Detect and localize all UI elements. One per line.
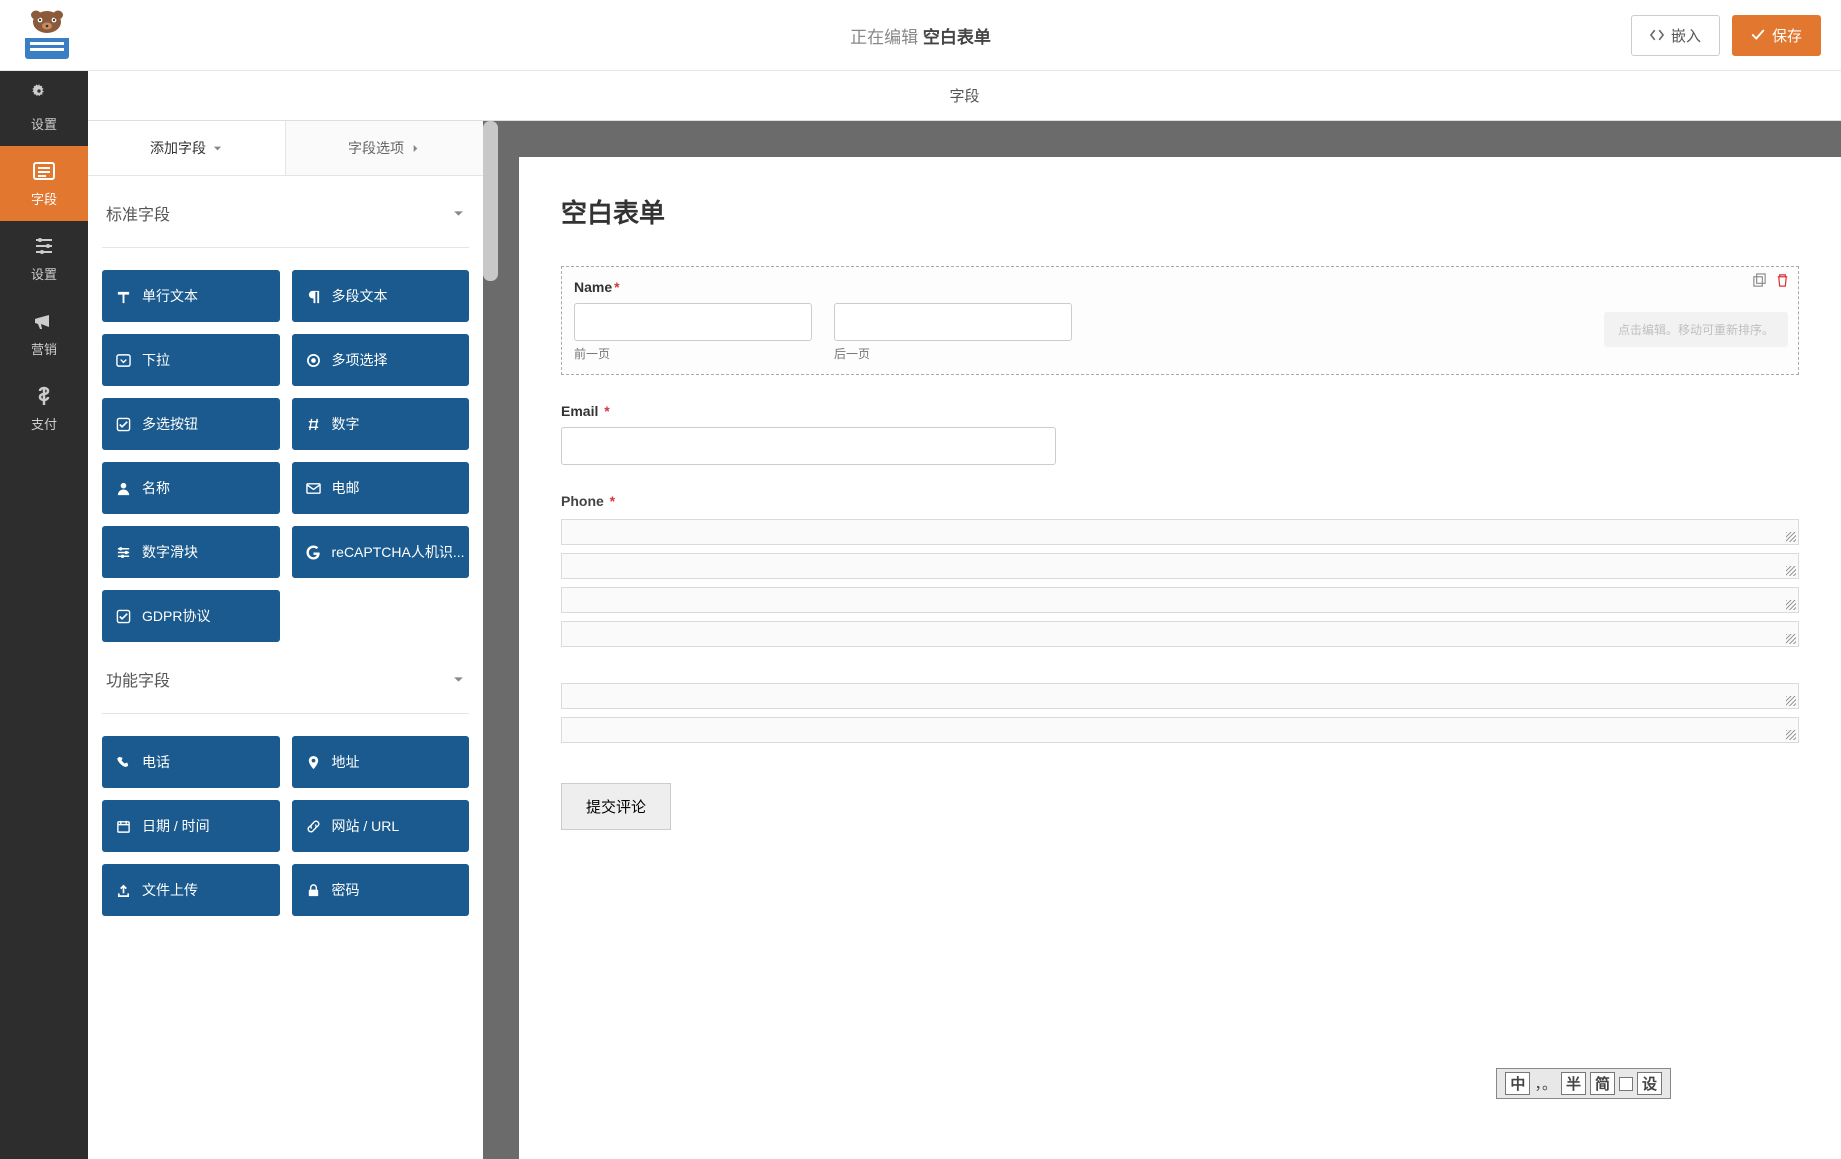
preview-form-title: 空白表单	[561, 193, 1799, 230]
caret-icon	[116, 353, 131, 368]
bullhorn-icon	[32, 309, 56, 333]
check-icon	[116, 417, 131, 432]
submit-button[interactable]: 提交评论	[561, 783, 671, 830]
trash-icon[interactable]	[1775, 273, 1790, 288]
last-name-input[interactable]	[834, 303, 1072, 341]
lock-icon	[306, 883, 321, 898]
save-button[interactable]: 保存	[1732, 15, 1821, 56]
upload-icon	[116, 883, 131, 898]
nav-fields[interactable]: 字段	[0, 146, 88, 221]
field-label: Phone *	[561, 493, 1799, 509]
calendar-icon	[116, 819, 131, 834]
mail-icon	[306, 481, 321, 496]
chevron-down-icon	[452, 673, 465, 686]
field-type-button[interactable]: 电邮	[292, 462, 470, 514]
tab-add-field[interactable]: 添加字段	[88, 121, 285, 175]
placeholder-row[interactable]	[561, 621, 1799, 647]
field-type-button[interactable]: 网站 / URL	[292, 800, 470, 852]
placeholder-row[interactable]	[561, 717, 1799, 743]
field-type-button[interactable]: GDPR协议	[102, 590, 280, 642]
nav-marketing[interactable]: 营销	[0, 296, 88, 371]
field-type-button[interactable]: 文件上传	[102, 864, 280, 916]
text-icon	[116, 289, 131, 304]
top-header: 正在编辑 空白表单 嵌入 保存	[0, 0, 1841, 71]
form-icon	[32, 159, 56, 183]
user-icon	[116, 481, 131, 496]
field-type-button[interactable]: 下拉	[102, 334, 280, 386]
field-type-button[interactable]: 名称	[102, 462, 280, 514]
field-type-button[interactable]: 密码	[292, 864, 470, 916]
check-icon	[1751, 28, 1765, 42]
first-sublabel: 前一页	[574, 345, 812, 362]
header-title: 正在编辑 空白表单	[850, 23, 991, 48]
sliders-icon	[32, 234, 56, 258]
field-type-button[interactable]: 地址	[292, 736, 470, 788]
placeholder-row[interactable]	[561, 519, 1799, 545]
placeholder-row[interactable]	[561, 553, 1799, 579]
field-label: Email *	[561, 403, 1799, 419]
form-name-label: 空白表单	[923, 28, 991, 47]
field-type-button[interactable]: 数字滑块	[102, 526, 280, 578]
panel-subheader: 字段	[88, 71, 1841, 121]
tab-field-options[interactable]: 字段选项	[285, 121, 483, 175]
field-type-button[interactable]: 数字	[292, 398, 470, 450]
google-icon	[306, 545, 321, 560]
nav-setup[interactable]: 设置	[0, 71, 88, 146]
email-input[interactable]	[561, 427, 1056, 465]
nav-sidebar: 设置字段设置营销支付	[0, 71, 88, 1159]
form-preview: 空白表单 Name* 点击编辑。移动可重新排序。 前一页 后一页	[519, 157, 1841, 1159]
chevron-right-icon	[410, 143, 421, 154]
link-icon	[306, 819, 321, 834]
standard-fields-header[interactable]: 标准字段	[102, 176, 469, 248]
field-type-button[interactable]: 电话	[102, 736, 280, 788]
dollar-icon	[32, 384, 56, 408]
paragraph-icon	[306, 289, 321, 304]
fancy-fields-header[interactable]: 功能字段	[102, 642, 469, 714]
sliders-icon	[116, 545, 131, 560]
chevron-down-icon	[452, 207, 465, 220]
check-icon	[116, 609, 131, 624]
editing-label: 正在编辑	[850, 28, 918, 47]
last-sublabel: 后一页	[834, 345, 1072, 362]
phone-icon	[116, 755, 131, 770]
first-name-input[interactable]	[574, 303, 812, 341]
ime-keyboard-icon	[1619, 1077, 1633, 1091]
reorder-hint: 点击编辑。移动可重新排序。	[1604, 312, 1788, 347]
field-type-button[interactable]: 日期 / 时间	[102, 800, 280, 852]
field-type-button[interactable]: 多项选择	[292, 334, 470, 386]
embed-button[interactable]: 嵌入	[1631, 15, 1720, 56]
ime-status-bar[interactable]: 中 ，。 半 简 设	[1496, 1068, 1671, 1099]
nav-payments[interactable]: 支付	[0, 371, 88, 446]
field-type-button[interactable]: 单行文本	[102, 270, 280, 322]
wpforms-logo	[20, 10, 75, 60]
duplicate-icon[interactable]	[1752, 273, 1767, 288]
field-palette-panel: 添加字段 字段选项 标准字段 单行文本多段文本下拉多项选择多选按钮数字名称电邮数…	[88, 121, 483, 1159]
chevron-down-icon	[212, 143, 223, 154]
placeholder-row[interactable]	[561, 587, 1799, 613]
nav-settings[interactable]: 设置	[0, 221, 88, 296]
gear-icon	[32, 84, 56, 108]
field-type-button[interactable]: 多段文本	[292, 270, 470, 322]
pin-icon	[306, 755, 321, 770]
code-icon	[1650, 28, 1664, 42]
field-type-button[interactable]: 多选按钮	[102, 398, 280, 450]
hash-icon	[306, 417, 321, 432]
field-type-button[interactable]: reCAPTCHA人机识...	[292, 526, 470, 578]
placeholder-row[interactable]	[561, 683, 1799, 709]
field-email[interactable]: Email *	[561, 403, 1799, 465]
field-label: Name*	[574, 279, 1786, 295]
radio-icon	[306, 353, 321, 368]
field-name[interactable]: Name* 点击编辑。移动可重新排序。 前一页 后一页	[561, 266, 1799, 375]
field-phone[interactable]: Phone *	[561, 493, 1799, 509]
